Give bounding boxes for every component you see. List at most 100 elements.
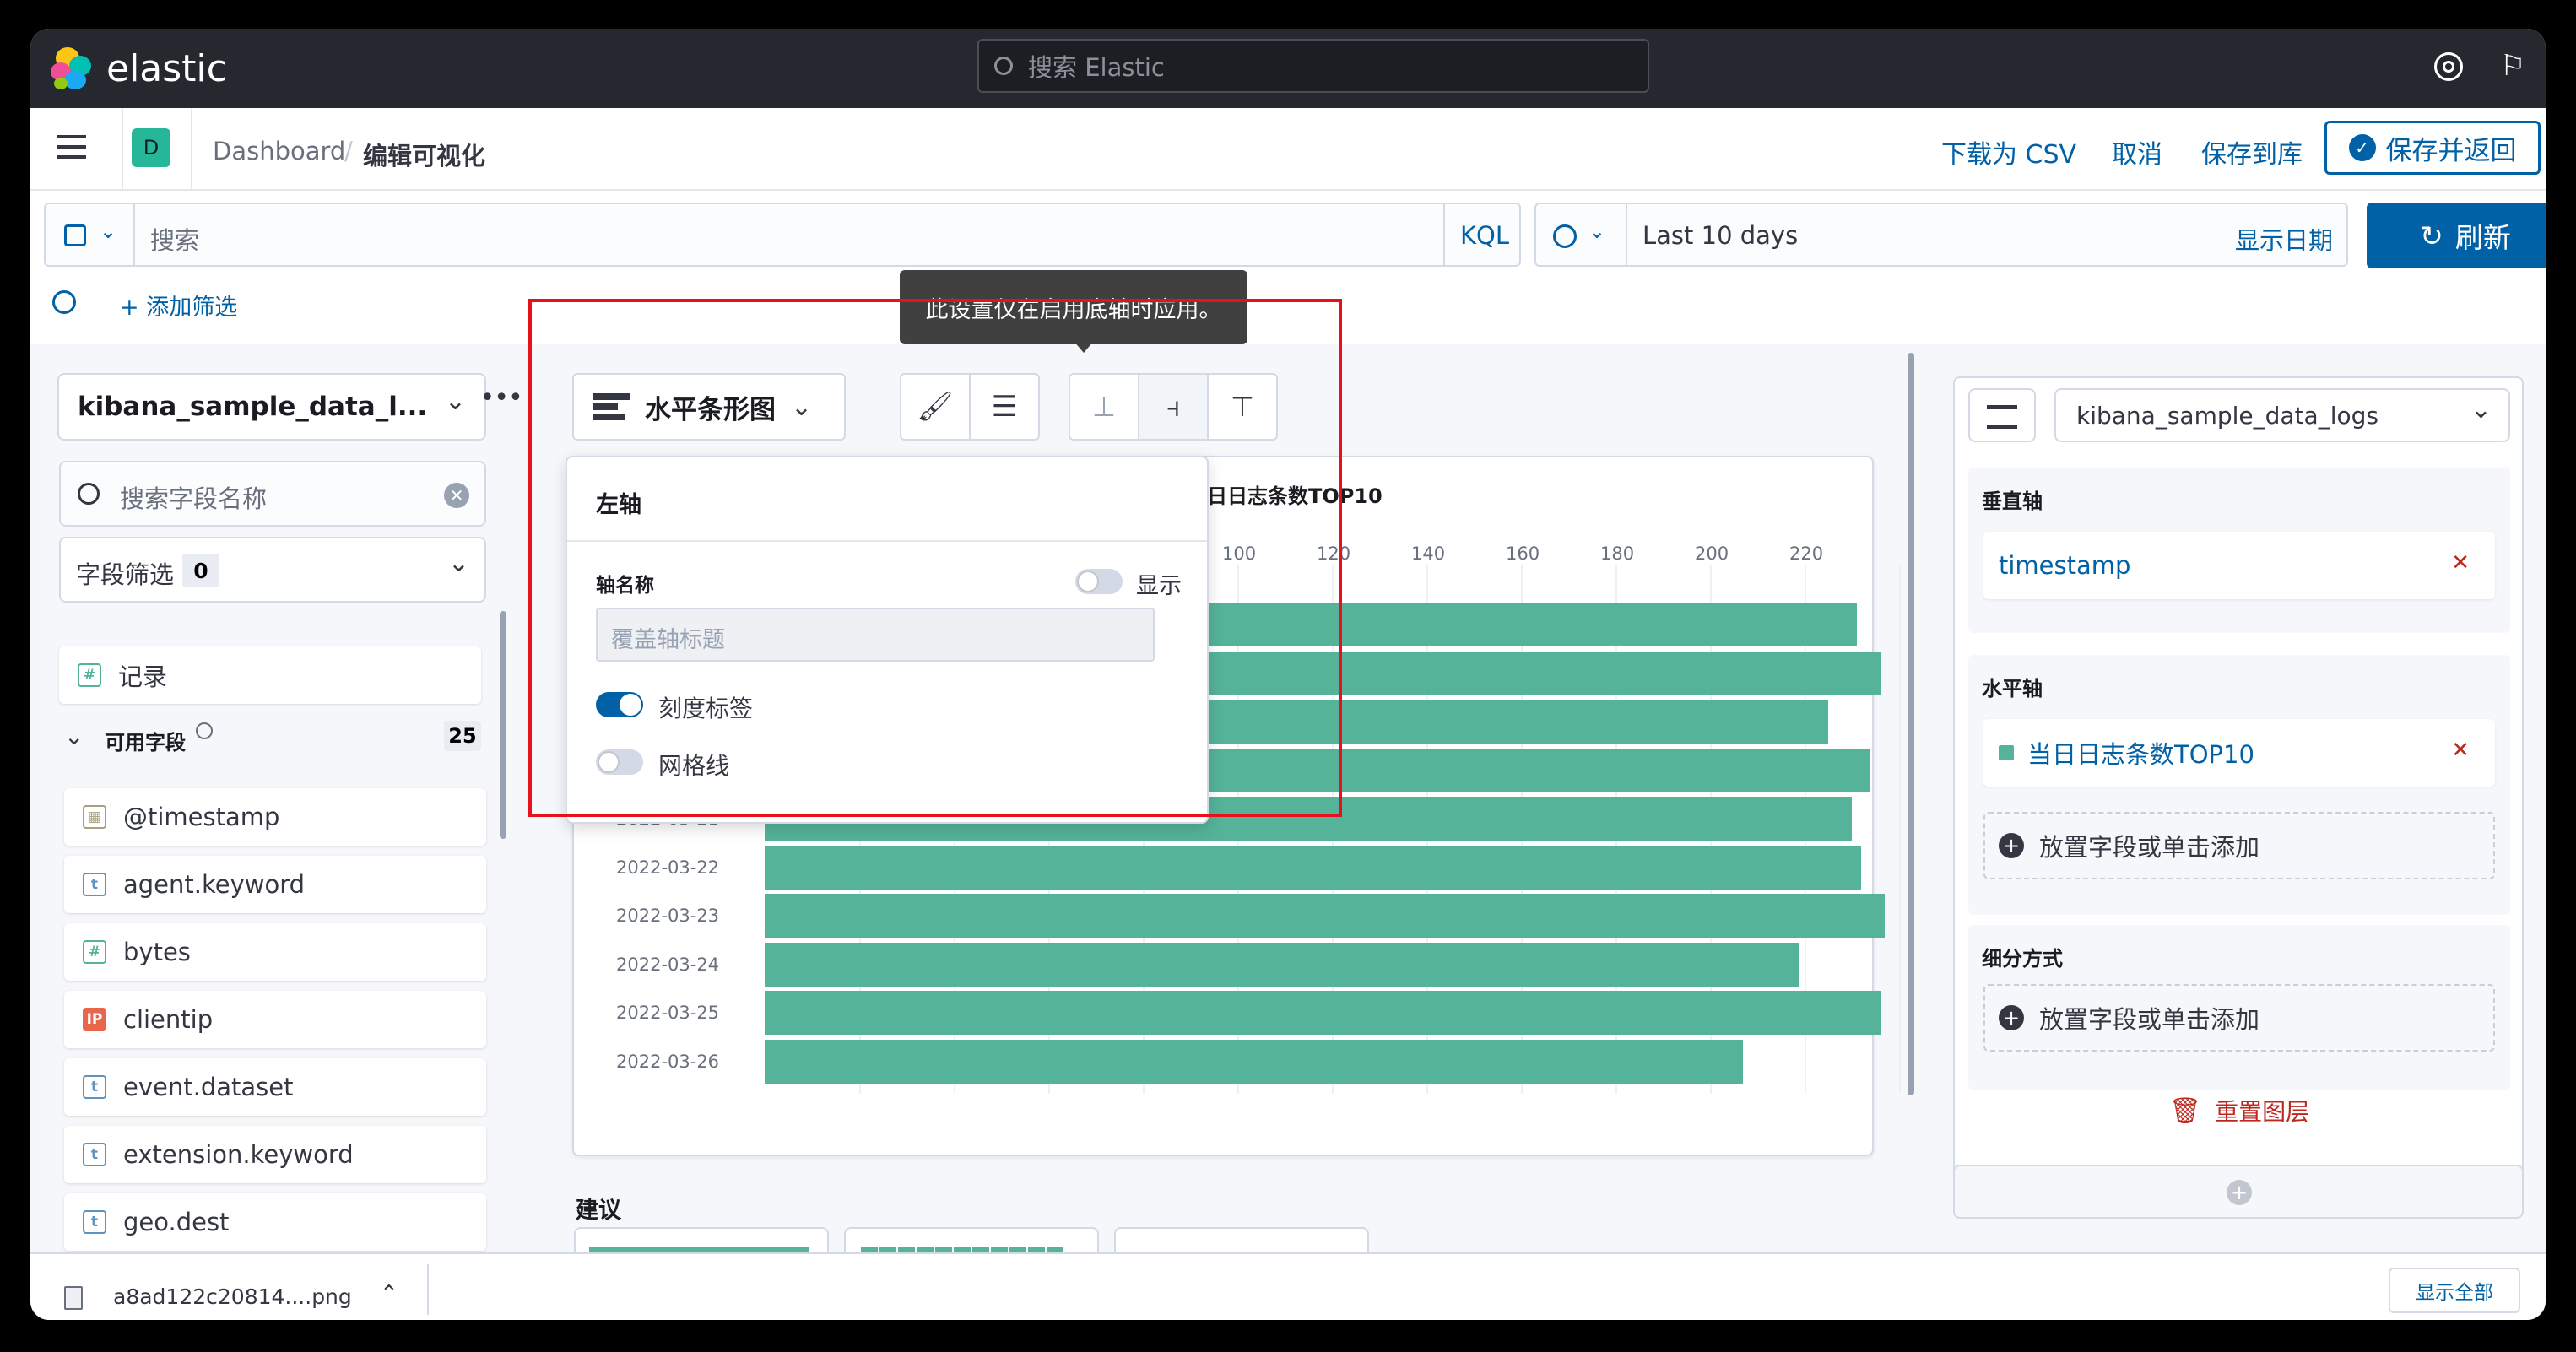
field-name: geo.dest: [123, 1208, 230, 1236]
reset-layer-label: 重置图层: [2215, 1098, 2310, 1126]
y-tick-label: 2022-03-24: [616, 954, 720, 975]
field-list-item[interactable]: ▦ @timestamp: [64, 788, 486, 846]
field-list-item[interactable]: IP clientip: [64, 991, 486, 1048]
save-to-library-link[interactable]: 保存到库: [2201, 133, 2303, 170]
x-tick-label: 220: [1789, 544, 1824, 564]
field-list-item[interactable]: # bytes: [64, 923, 486, 981]
breadcrumb-current: 编辑可视化: [363, 142, 486, 170]
show-all-downloads-button[interactable]: 显示全部: [2389, 1268, 2520, 1313]
field-list-item[interactable]: t geo.dest: [64, 1193, 486, 1251]
records-label: 记录: [118, 662, 168, 691]
x-tick-label: 140: [1411, 544, 1446, 564]
panel-resize-handle[interactable]: [1908, 353, 1914, 1095]
layer-settings-icon: [1987, 405, 2017, 429]
kql-label: KQL: [1460, 221, 1509, 250]
app-name: elastic: [106, 46, 227, 90]
horizontal-axis-dimension[interactable]: 当日日志条数TOP10 ✕: [1983, 719, 2495, 787]
chevron-down-icon: ⌄: [447, 549, 469, 578]
global-search-input[interactable]: 搜索 Elastic: [977, 39, 1649, 93]
drop-hint-label: 放置字段或单击添加: [2039, 833, 2260, 862]
vertical-axis-dimension[interactable]: timestamp ✕: [1983, 532, 2495, 599]
plus-circle-icon: +: [2227, 1180, 2252, 1205]
horizontal-axis-add-field[interactable]: + 放置字段或单击添加: [1983, 812, 2495, 879]
highlight-annotation-box: [528, 299, 1342, 817]
vertical-axis-field: timestamp: [1999, 551, 2131, 580]
index-pattern-select[interactable]: kibana_sample_data_l... ⌄: [57, 373, 486, 441]
field-search-placeholder: 搜索字段名称: [120, 484, 268, 513]
breakdown-add-field[interactable]: + 放置字段或单击添加: [1983, 984, 2495, 1052]
horizontal-axis-field: 当日日志条数TOP10: [2027, 740, 2254, 769]
records-field[interactable]: # 记录: [59, 646, 481, 704]
chevron-up-icon[interactable]: ⌃: [380, 1281, 398, 1306]
field-type-token-icon: t: [83, 1210, 106, 1234]
show-dates-link[interactable]: 显示日期: [2235, 221, 2333, 257]
news-feed-icon[interactable]: ⚐: [2500, 49, 2530, 83]
sidebar-scrollbar[interactable]: [500, 611, 506, 839]
trash-icon: 🗑: [2169, 1095, 2202, 1126]
field-type-token-icon: ▦: [83, 805, 106, 829]
refresh-button[interactable]: ↻ 刷新: [2367, 203, 2546, 268]
clock-icon: [1553, 224, 1577, 248]
breadcrumb-dashboard[interactable]: Dashboard: [213, 137, 345, 165]
field-name: clientip: [123, 1005, 214, 1034]
space-avatar[interactable]: D: [132, 128, 170, 167]
search-icon: [78, 483, 100, 505]
more-options-icon[interactable]: ∙∙∙: [479, 381, 523, 411]
index-pattern-label: kibana_sample_data_l...: [78, 392, 428, 422]
query-language-button[interactable]: KQL: [1443, 203, 1521, 267]
field-type-token-icon: #: [83, 940, 106, 964]
chart-bar[interactable]: [765, 991, 1881, 1035]
cancel-link[interactable]: 取消: [2112, 133, 2162, 170]
save-and-return-label: 保存并返回: [2385, 135, 2517, 166]
clear-icon[interactable]: ✕: [444, 483, 469, 508]
saved-query-button[interactable]: ⌄: [44, 203, 135, 267]
filter-menu-icon[interactable]: [52, 290, 76, 314]
field-name: bytes: [123, 938, 191, 966]
chart-bar[interactable]: [765, 845, 1862, 890]
field-list-item[interactable]: t event.dataset: [64, 1058, 486, 1116]
field-search-input[interactable]: 搜索字段名称 ✕: [59, 461, 486, 527]
add-filter-link[interactable]: + 添加筛选: [120, 289, 237, 322]
save-and-return-button[interactable]: ✓ 保存并返回: [2324, 121, 2541, 175]
x-tick-label: 200: [1695, 544, 1729, 564]
x-tick-label: 180: [1600, 544, 1635, 564]
chart-bar[interactable]: [765, 1039, 1744, 1084]
field-list-item[interactable]: t extension.keyword: [64, 1126, 486, 1183]
layer-settings-button[interactable]: [1968, 388, 2036, 442]
chevron-down-icon: ⌄: [444, 387, 466, 416]
reset-layer-button[interactable]: 🗑 重置图层: [2169, 1094, 2309, 1128]
remove-icon[interactable]: ✕: [2451, 550, 2470, 576]
chart-bar[interactable]: [765, 894, 1886, 938]
field-name: extension.keyword: [123, 1140, 354, 1169]
layer-index-select[interactable]: kibana_sample_data_logs ⌄: [2054, 388, 2510, 442]
search-icon: [994, 57, 1013, 75]
elastic-logo[interactable]: elastic: [49, 44, 227, 93]
query-input[interactable]: 搜索: [133, 203, 1445, 267]
date-range-display[interactable]: Last 10 days 显示日期: [1626, 203, 2348, 267]
download-filename[interactable]: a8ad122c20814....png: [113, 1284, 352, 1309]
help-icon[interactable]: [2434, 52, 2463, 81]
field-name: event.dataset: [123, 1073, 294, 1101]
y-tick-label: 2022-03-22: [616, 857, 720, 878]
field-list-item[interactable]: t agent.keyword: [64, 856, 486, 913]
chart-bar[interactable]: [765, 942, 1800, 987]
add-layer-button[interactable]: +: [1953, 1165, 2524, 1219]
remove-icon[interactable]: ✕: [2451, 738, 2470, 763]
date-quick-menu-button[interactable]: ⌄: [1534, 203, 1627, 267]
elastic-logo-icon: [49, 46, 95, 91]
y-tick-label: 2022-03-23: [616, 906, 720, 926]
menu-toggle-icon[interactable]: [57, 135, 86, 159]
download-bar: [30, 1252, 2546, 1320]
layer-index-label: kibana_sample_data_logs: [2076, 402, 2378, 430]
plus-circle-icon: +: [1999, 833, 2024, 858]
field-filter-dropdown[interactable]: 字段筛选 0 ⌄: [59, 537, 486, 603]
time-range-label: Last 10 days: [1642, 221, 1799, 250]
field-type-token-icon: IP: [83, 1008, 106, 1031]
x-tick-label: 160: [1506, 544, 1540, 564]
top-nav-bar: elastic 搜索 Elastic ⚐: [30, 29, 2546, 108]
file-icon: [64, 1286, 83, 1310]
y-tick-label: 2022-03-25: [616, 1003, 720, 1023]
chevron-down-icon[interactable]: ⌄: [64, 722, 84, 750]
plus-circle-icon: +: [1999, 1005, 2024, 1030]
download-csv-link[interactable]: 下载为 CSV: [1941, 133, 2076, 170]
